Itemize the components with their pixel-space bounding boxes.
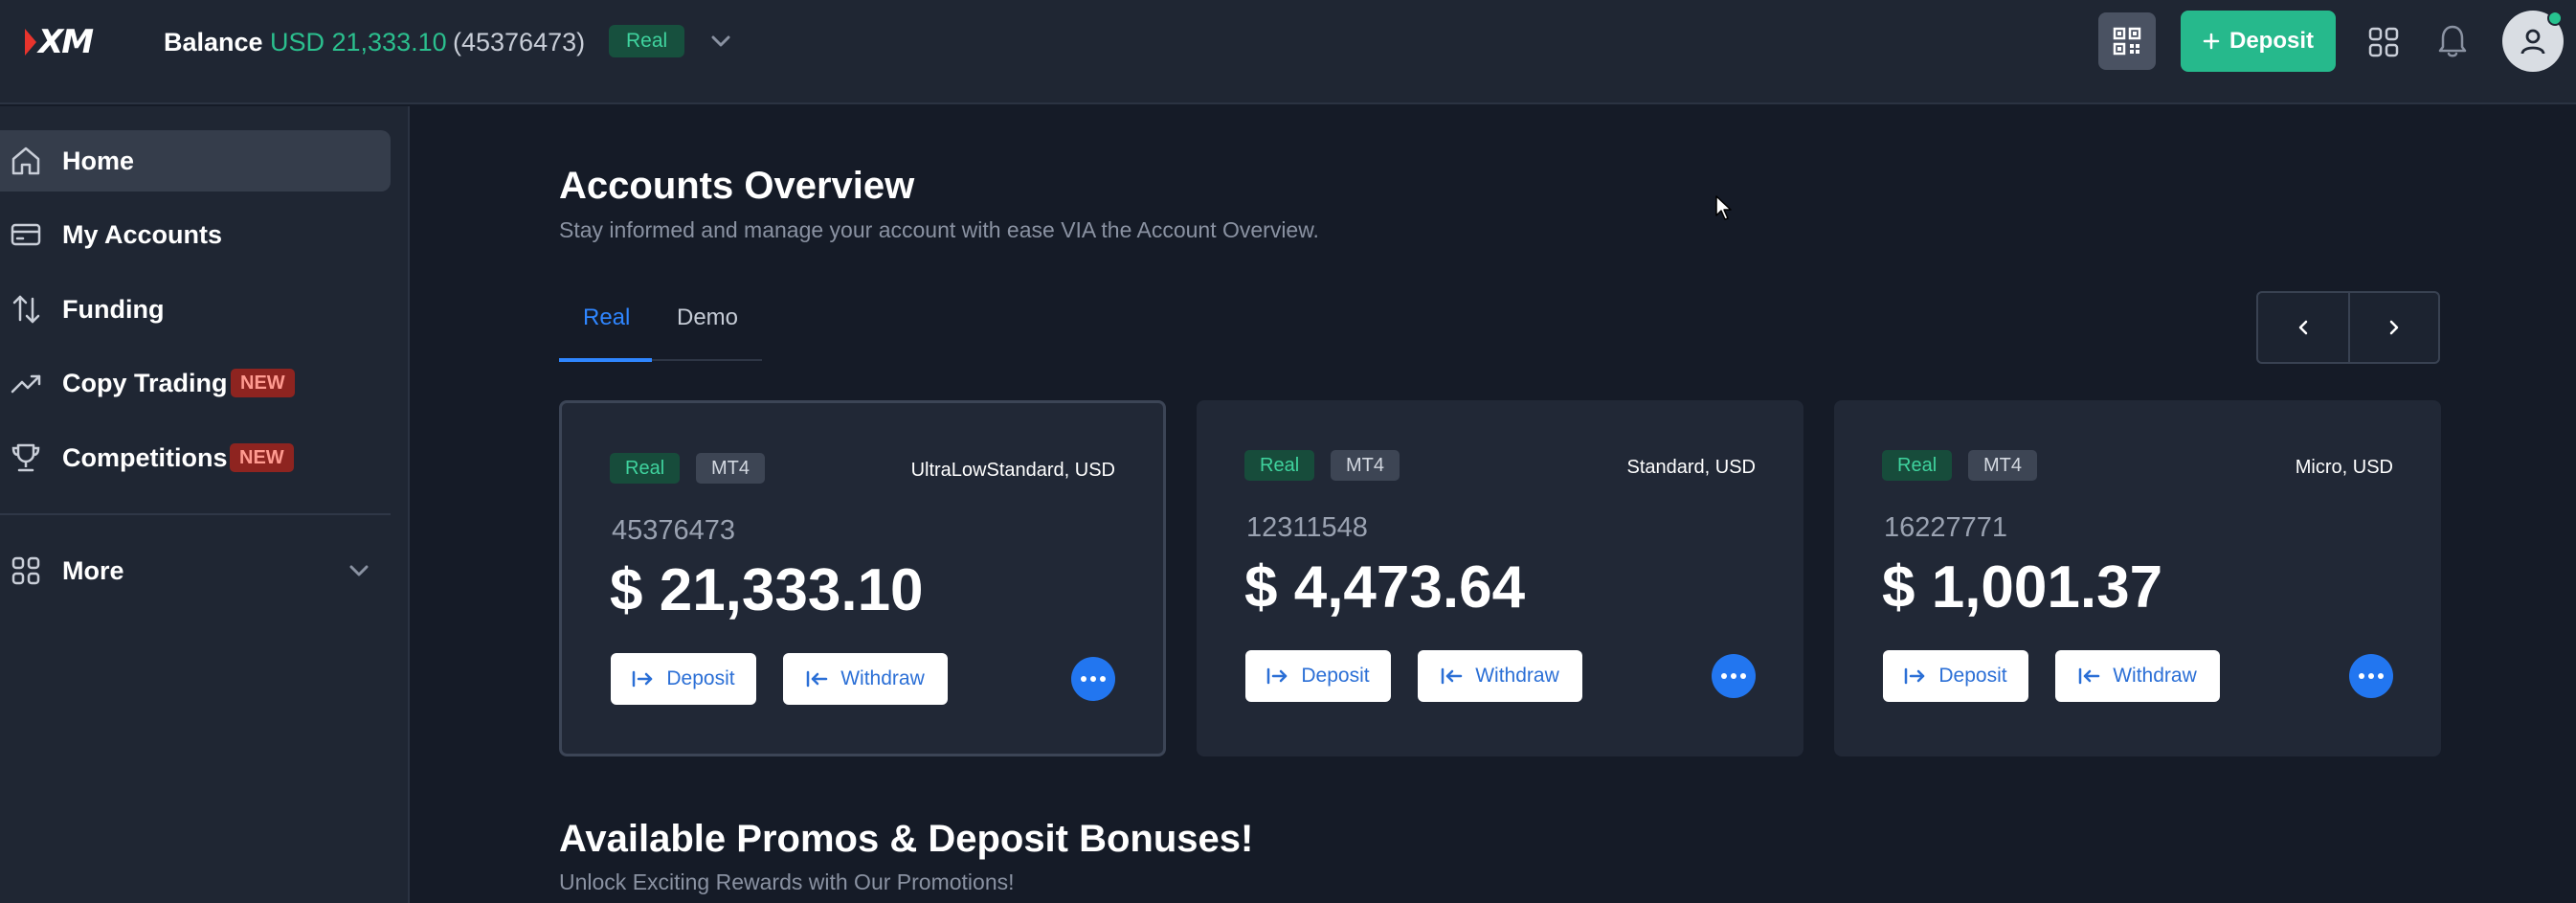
logo-mark-icon — [25, 29, 36, 56]
new-badge: NEW — [230, 443, 294, 472]
promos-title: Available Promos & Deposit Bonuses! — [559, 818, 1254, 860]
page-subtitle: Stay informed and manage your account wi… — [559, 217, 1319, 242]
logo-text: XM — [38, 23, 94, 61]
account-balance: $ 21,333.10 — [610, 557, 924, 623]
deposit-label: Deposit — [1938, 665, 2007, 687]
card-deposit-button[interactable]: Deposit — [611, 653, 756, 705]
account-type-badge: Real — [1882, 450, 1953, 481]
sidebar-divider — [0, 513, 391, 515]
chevron-down-icon — [349, 565, 369, 576]
sidebar-item-label: More — [62, 555, 124, 585]
home-icon — [11, 147, 40, 175]
bell-icon[interactable] — [2436, 23, 2469, 59]
sidebar-item-more[interactable]: More — [0, 540, 391, 601]
active-tab-indicator — [559, 358, 652, 362]
account-number: 12311548 — [1246, 512, 1368, 543]
online-status-dot — [2547, 11, 2563, 26]
account-card[interactable]: Real MT4 UltraLowStandard, USD 45376473 … — [559, 400, 1166, 756]
deposit-arrow-icon — [1267, 667, 1288, 685]
account-card[interactable]: Real MT4 Micro, USD 16227771 $ 1,001.37 … — [1834, 400, 2441, 756]
qr-code-button[interactable] — [2098, 12, 2156, 70]
account-currency-type: Standard, USD — [1626, 457, 1756, 478]
chevron-left-icon — [2298, 320, 2308, 335]
more-options-button[interactable] — [1071, 657, 1115, 701]
sidebar-item-funding[interactable]: Funding — [0, 279, 391, 340]
mouse-cursor-icon — [1715, 195, 1732, 220]
balance-account-id: (45376473) — [453, 28, 586, 56]
carousel-prev-button[interactable] — [2258, 293, 2348, 362]
card-deposit-button[interactable]: Deposit — [1883, 650, 2028, 702]
platform-badge: MT4 — [1331, 450, 1400, 481]
top-bar: XM Balance USD 21,333.10 (45376473) Real… — [0, 0, 2576, 104]
deposit-arrow-icon — [633, 670, 653, 688]
apps-grid-icon — [11, 556, 40, 585]
account-type-badge: Real — [610, 453, 681, 484]
sidebar-item-label: Funding — [62, 294, 165, 324]
chevron-right-icon — [2389, 320, 2399, 335]
card-deposit-button[interactable]: Deposit — [1245, 650, 1391, 702]
xm-logo[interactable]: XM — [25, 23, 94, 61]
withdraw-arrow-icon — [1441, 667, 1463, 685]
plus-icon — [2203, 33, 2220, 50]
tab-real[interactable]: Real — [583, 305, 630, 331]
apps-grid-icon[interactable] — [2367, 26, 2400, 58]
trend-up-icon — [11, 374, 41, 394]
sidebar-item-label: Competitions — [62, 442, 228, 472]
sidebar-item-competitions[interactable]: Competitions NEW — [0, 427, 391, 488]
balance-label: Balance — [164, 28, 263, 56]
sidebar: Home My Accounts Funding Copy Trading NE… — [0, 106, 410, 903]
account-type-badge: Real — [609, 25, 685, 57]
sidebar-item-my-accounts[interactable]: My Accounts — [0, 204, 391, 265]
chevron-down-icon[interactable] — [708, 31, 733, 52]
deposit-label: Deposit — [1301, 665, 1370, 687]
withdraw-label: Withdraw — [2113, 665, 2197, 687]
account-type-badge: Real — [1244, 450, 1315, 481]
account-card[interactable]: Real MT4 Standard, USD 12311548 $ 4,473.… — [1197, 400, 1803, 756]
tab-demo[interactable]: Demo — [677, 305, 738, 331]
qr-code-icon — [2113, 27, 2141, 56]
sidebar-item-label: My Accounts — [62, 219, 223, 249]
account-balance: $ 1,001.37 — [1882, 554, 2163, 621]
header-deposit-label: Deposit — [2229, 28, 2314, 54]
sidebar-item-copy-trading[interactable]: Copy Trading NEW — [0, 352, 391, 414]
card-withdraw-button[interactable]: Withdraw — [2055, 650, 2220, 702]
withdraw-arrow-icon — [2078, 667, 2100, 685]
card-icon — [11, 223, 41, 246]
deposit-label: Deposit — [666, 667, 735, 689]
card-withdraw-button[interactable]: Withdraw — [783, 653, 948, 705]
sidebar-item-label: Home — [62, 146, 135, 175]
header-deposit-button[interactable]: Deposit — [2181, 11, 2336, 72]
deposit-arrow-icon — [1905, 667, 1925, 685]
platform-badge: MT4 — [696, 453, 765, 484]
account-currency-type: Micro, USD — [2295, 457, 2393, 478]
withdraw-label: Withdraw — [840, 667, 925, 689]
more-options-button[interactable] — [1712, 654, 1756, 698]
account-currency-type: UltraLowStandard, USD — [910, 460, 1115, 481]
sidebar-item-home[interactable]: Home — [0, 130, 391, 192]
withdraw-arrow-icon — [806, 670, 828, 688]
account-number: 16227771 — [1884, 512, 2008, 543]
carousel-pager — [2256, 291, 2440, 364]
promos-subtitle: Unlock Exciting Rewards with Our Promoti… — [559, 869, 1015, 894]
balance-value: USD 21,333.10 — [270, 28, 447, 56]
carousel-next-button[interactable] — [2347, 293, 2438, 362]
transfer-arrows-icon — [12, 295, 40, 324]
trophy-icon — [11, 443, 40, 472]
user-icon — [2520, 29, 2545, 55]
new-badge: NEW — [231, 369, 295, 397]
card-withdraw-button[interactable]: Withdraw — [1418, 650, 1582, 702]
page-title: Accounts Overview — [559, 165, 915, 207]
sidebar-item-label: Copy Trading — [62, 368, 228, 397]
account-number: 45376473 — [612, 515, 736, 546]
withdraw-label: Withdraw — [1475, 665, 1559, 687]
platform-badge: MT4 — [1968, 450, 2037, 481]
account-balance: $ 4,473.64 — [1244, 554, 1526, 621]
more-options-button[interactable] — [2349, 654, 2393, 698]
